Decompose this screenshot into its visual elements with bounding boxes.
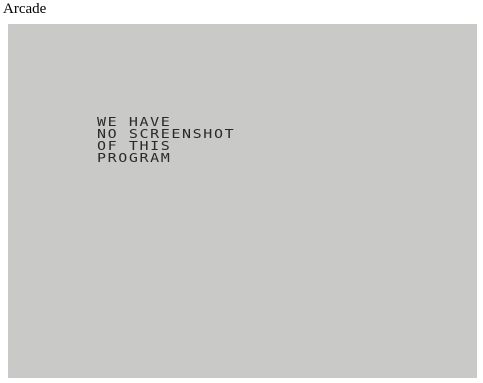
page: Arcade WE HAVE NO SCREENSHOT OF THIS PRO…	[0, 0, 483, 383]
platform-caption: Arcade	[3, 1, 47, 17]
message-line: NO SCREENSHOT	[97, 126, 236, 142]
message-line: PROGRAM	[97, 150, 172, 166]
screenshot-placeholder: WE HAVE NO SCREENSHOT OF THIS PROGRAM	[8, 24, 477, 378]
placeholder-message: WE HAVE NO SCREENSHOT OF THIS PROGRAM	[97, 114, 236, 166]
message-line: OF THIS	[97, 138, 172, 154]
message-line: WE HAVE	[97, 114, 172, 130]
